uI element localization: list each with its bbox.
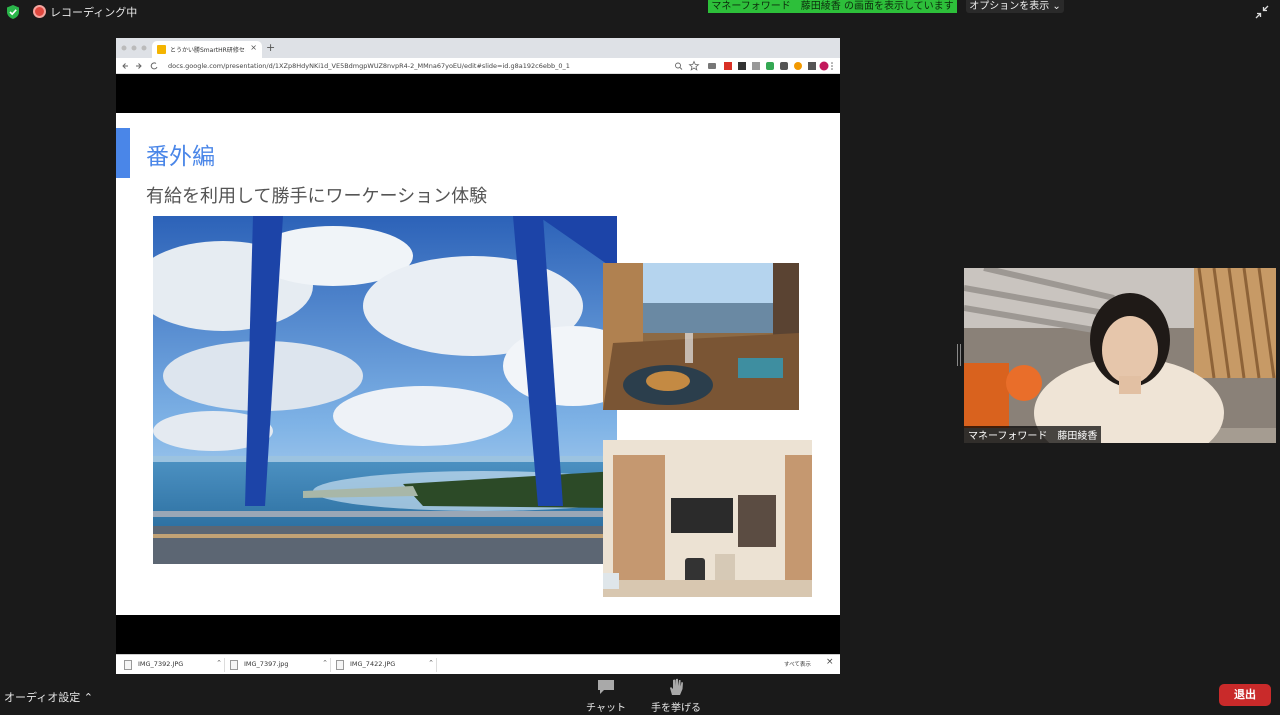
file-icon [124,660,132,670]
resize-handle[interactable] [957,344,961,366]
show-all-downloads[interactable]: すべて表示 [784,660,811,668]
raise-hand-label: 手を挙げる [651,703,701,714]
slide-subtitle: 有給を利用して勝手にワーケーション体験 [146,186,488,207]
participant-video[interactable]: マネーフォワード 藤田綾香 [964,268,1276,443]
slide-title: 番外編 [146,144,215,170]
tab-close-icon[interactable]: × [250,43,257,52]
chat-bubble-icon [598,680,614,694]
raise-hand-icon [670,678,683,695]
address-bar[interactable]: docs.google.com/presentation/d/1XZp8HdyN… [168,60,668,72]
view-options-button[interactable]: オプションを表示 ⌄ [966,0,1064,13]
chevron-up-icon[interactable]: ⌃ [428,659,434,667]
raise-hand-button[interactable]: 手を挙げる [648,678,704,714]
leave-meeting-button[interactable]: 退出 [1219,684,1271,706]
browser-tab-bar: とうかい勝SmartHR研修セミナー × + [116,38,840,58]
slides-favicon-icon [157,45,166,54]
chevron-up-icon[interactable]: ⌃ [216,659,222,667]
shared-screen: とうかい勝SmartHR研修セミナー × + docs.google.com/p… [116,38,840,674]
recording-icon [33,5,46,18]
download-filename: IMG_7422.JPG [350,660,396,668]
window-controls-icon [121,45,147,51]
video-frame [964,268,1276,443]
presentation-slide: 番外編 有給を利用して勝手にワーケーション体験 [116,113,840,615]
photo-bridge-ocean [153,216,617,564]
download-filename: IMG_7397.jpg [244,660,289,668]
download-filename: IMG_7392.JPG [138,660,184,668]
tab-title: とうかい勝SmartHR研修セミナー [170,47,246,54]
exit-fullscreen-icon[interactable] [1255,5,1269,19]
download-bar: IMG_7392.JPG ⌃ IMG_7397.jpg ⌃ IMG_7422.J… [116,654,840,674]
recording-label: レコーディング中 [50,6,138,19]
photo-cafe-table [603,263,799,410]
download-divider [224,658,225,672]
chat-label: チャット [586,703,626,714]
audio-settings-button[interactable]: オーディオ設定 ⌃ [4,689,93,705]
chat-button[interactable]: チャット [584,678,628,714]
download-item[interactable]: IMG_7392.JPG ⌃ [124,658,226,672]
zoom-meeting-window: レコーディング中 マネーフォワード 藤田綾香 の画面を表示しています オプション… [0,0,1280,715]
browser-tab[interactable]: とうかい勝SmartHR研修セミナー × [152,41,262,58]
file-icon [336,660,344,670]
browser-toolbar: docs.google.com/presentation/d/1XZp8HdyN… [116,58,840,74]
chevron-up-icon[interactable]: ⌃ [322,659,328,667]
navigation-icons[interactable] [121,60,163,72]
participant-name-tag: マネーフォワード 藤田綾香 [964,426,1102,443]
security-shield-icon[interactable] [6,5,20,19]
download-item[interactable]: IMG_7397.jpg ⌃ [230,658,332,672]
download-divider [436,658,437,672]
download-divider [330,658,331,672]
extension-icons[interactable] [674,60,834,72]
photo-hotel-room [603,440,812,597]
new-tab-icon[interactable]: + [266,41,275,54]
slide-accent-bar [116,128,130,178]
screen-share-banner: マネーフォワード 藤田綾香 の画面を表示しています [708,0,957,13]
file-icon [230,660,238,670]
download-item[interactable]: IMG_7422.JPG ⌃ [336,658,438,672]
close-icon[interactable]: × [826,657,834,667]
